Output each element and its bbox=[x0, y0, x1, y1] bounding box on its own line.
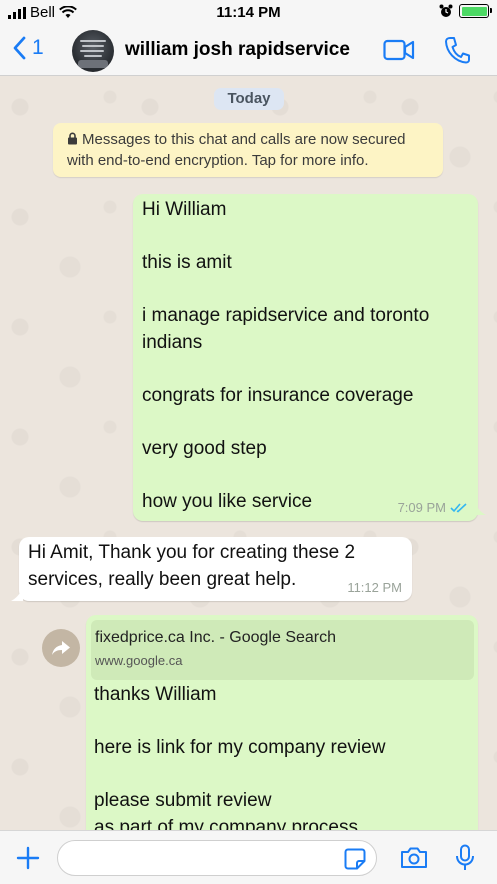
encryption-text: Messages to this chat and calls are now … bbox=[67, 131, 406, 169]
microphone-icon[interactable] bbox=[455, 844, 475, 872]
incoming-message[interactable]: Hi Amit, Thank you for creating these 2 … bbox=[19, 537, 412, 601]
bubble-tail bbox=[474, 501, 486, 515]
back-count: 1 bbox=[32, 36, 44, 59]
lock-icon bbox=[68, 132, 77, 145]
date-chip: Today bbox=[214, 88, 284, 110]
avatar-detail bbox=[78, 60, 108, 68]
video-camera-icon[interactable] bbox=[383, 39, 415, 61]
chevron-left-icon bbox=[13, 36, 26, 60]
avatar-detail bbox=[82, 45, 104, 47]
contact-avatar[interactable] bbox=[72, 30, 114, 72]
contact-name[interactable]: william josh rapidservice bbox=[125, 39, 350, 61]
link-preview[interactable]: fixedprice.ca Inc. - Google Search www.g… bbox=[91, 620, 474, 680]
double-check-icon bbox=[450, 503, 467, 513]
camera-icon[interactable] bbox=[400, 846, 428, 870]
link-preview-title: fixedprice.ca Inc. - Google Search bbox=[95, 629, 337, 646]
battery-icon bbox=[459, 4, 492, 18]
message-time: 7:09 PM bbox=[397, 500, 446, 515]
input-bar bbox=[0, 830, 497, 884]
outgoing-message[interactable]: fixedprice.ca Inc. - Google Search www.g… bbox=[86, 615, 478, 830]
back-button[interactable]: 1 bbox=[12, 36, 44, 60]
message-meta: 7:09 PM bbox=[398, 500, 468, 515]
avatar-detail bbox=[80, 50, 104, 52]
encryption-notice[interactable]: Messages to this chat and calls are now … bbox=[53, 123, 443, 177]
alarm-icon bbox=[439, 4, 453, 17]
share-arrow-icon bbox=[52, 641, 70, 655]
message-input[interactable] bbox=[57, 840, 377, 876]
status-bar: Bell 11:14 PM bbox=[0, 0, 497, 26]
sticker-icon[interactable] bbox=[344, 848, 366, 870]
avatar-detail bbox=[80, 40, 106, 42]
message-meta: 11:12 PM bbox=[347, 580, 402, 595]
bubble-tail bbox=[11, 587, 23, 601]
avatar-detail bbox=[84, 55, 102, 57]
phone-icon[interactable] bbox=[444, 36, 470, 64]
status-right bbox=[439, 4, 492, 18]
forward-button[interactable] bbox=[42, 629, 80, 667]
message-time: 11:12 PM bbox=[347, 580, 402, 595]
status-time: 11:14 PM bbox=[216, 4, 281, 21]
chat-area[interactable]: Today Messages to this chat and calls ar… bbox=[0, 77, 497, 830]
chat-header: 1 william josh rapidservice bbox=[0, 26, 497, 76]
battery-fill bbox=[461, 6, 487, 16]
message-text: thanks William here is link for my compa… bbox=[94, 684, 386, 830]
message-text: Hi William this is amit i manage rapidse… bbox=[142, 199, 430, 512]
outgoing-message[interactable]: Hi William this is amit i manage rapidse… bbox=[133, 194, 478, 521]
plus-icon[interactable] bbox=[16, 846, 40, 870]
link-preview-url: www.google.ca bbox=[95, 653, 183, 668]
